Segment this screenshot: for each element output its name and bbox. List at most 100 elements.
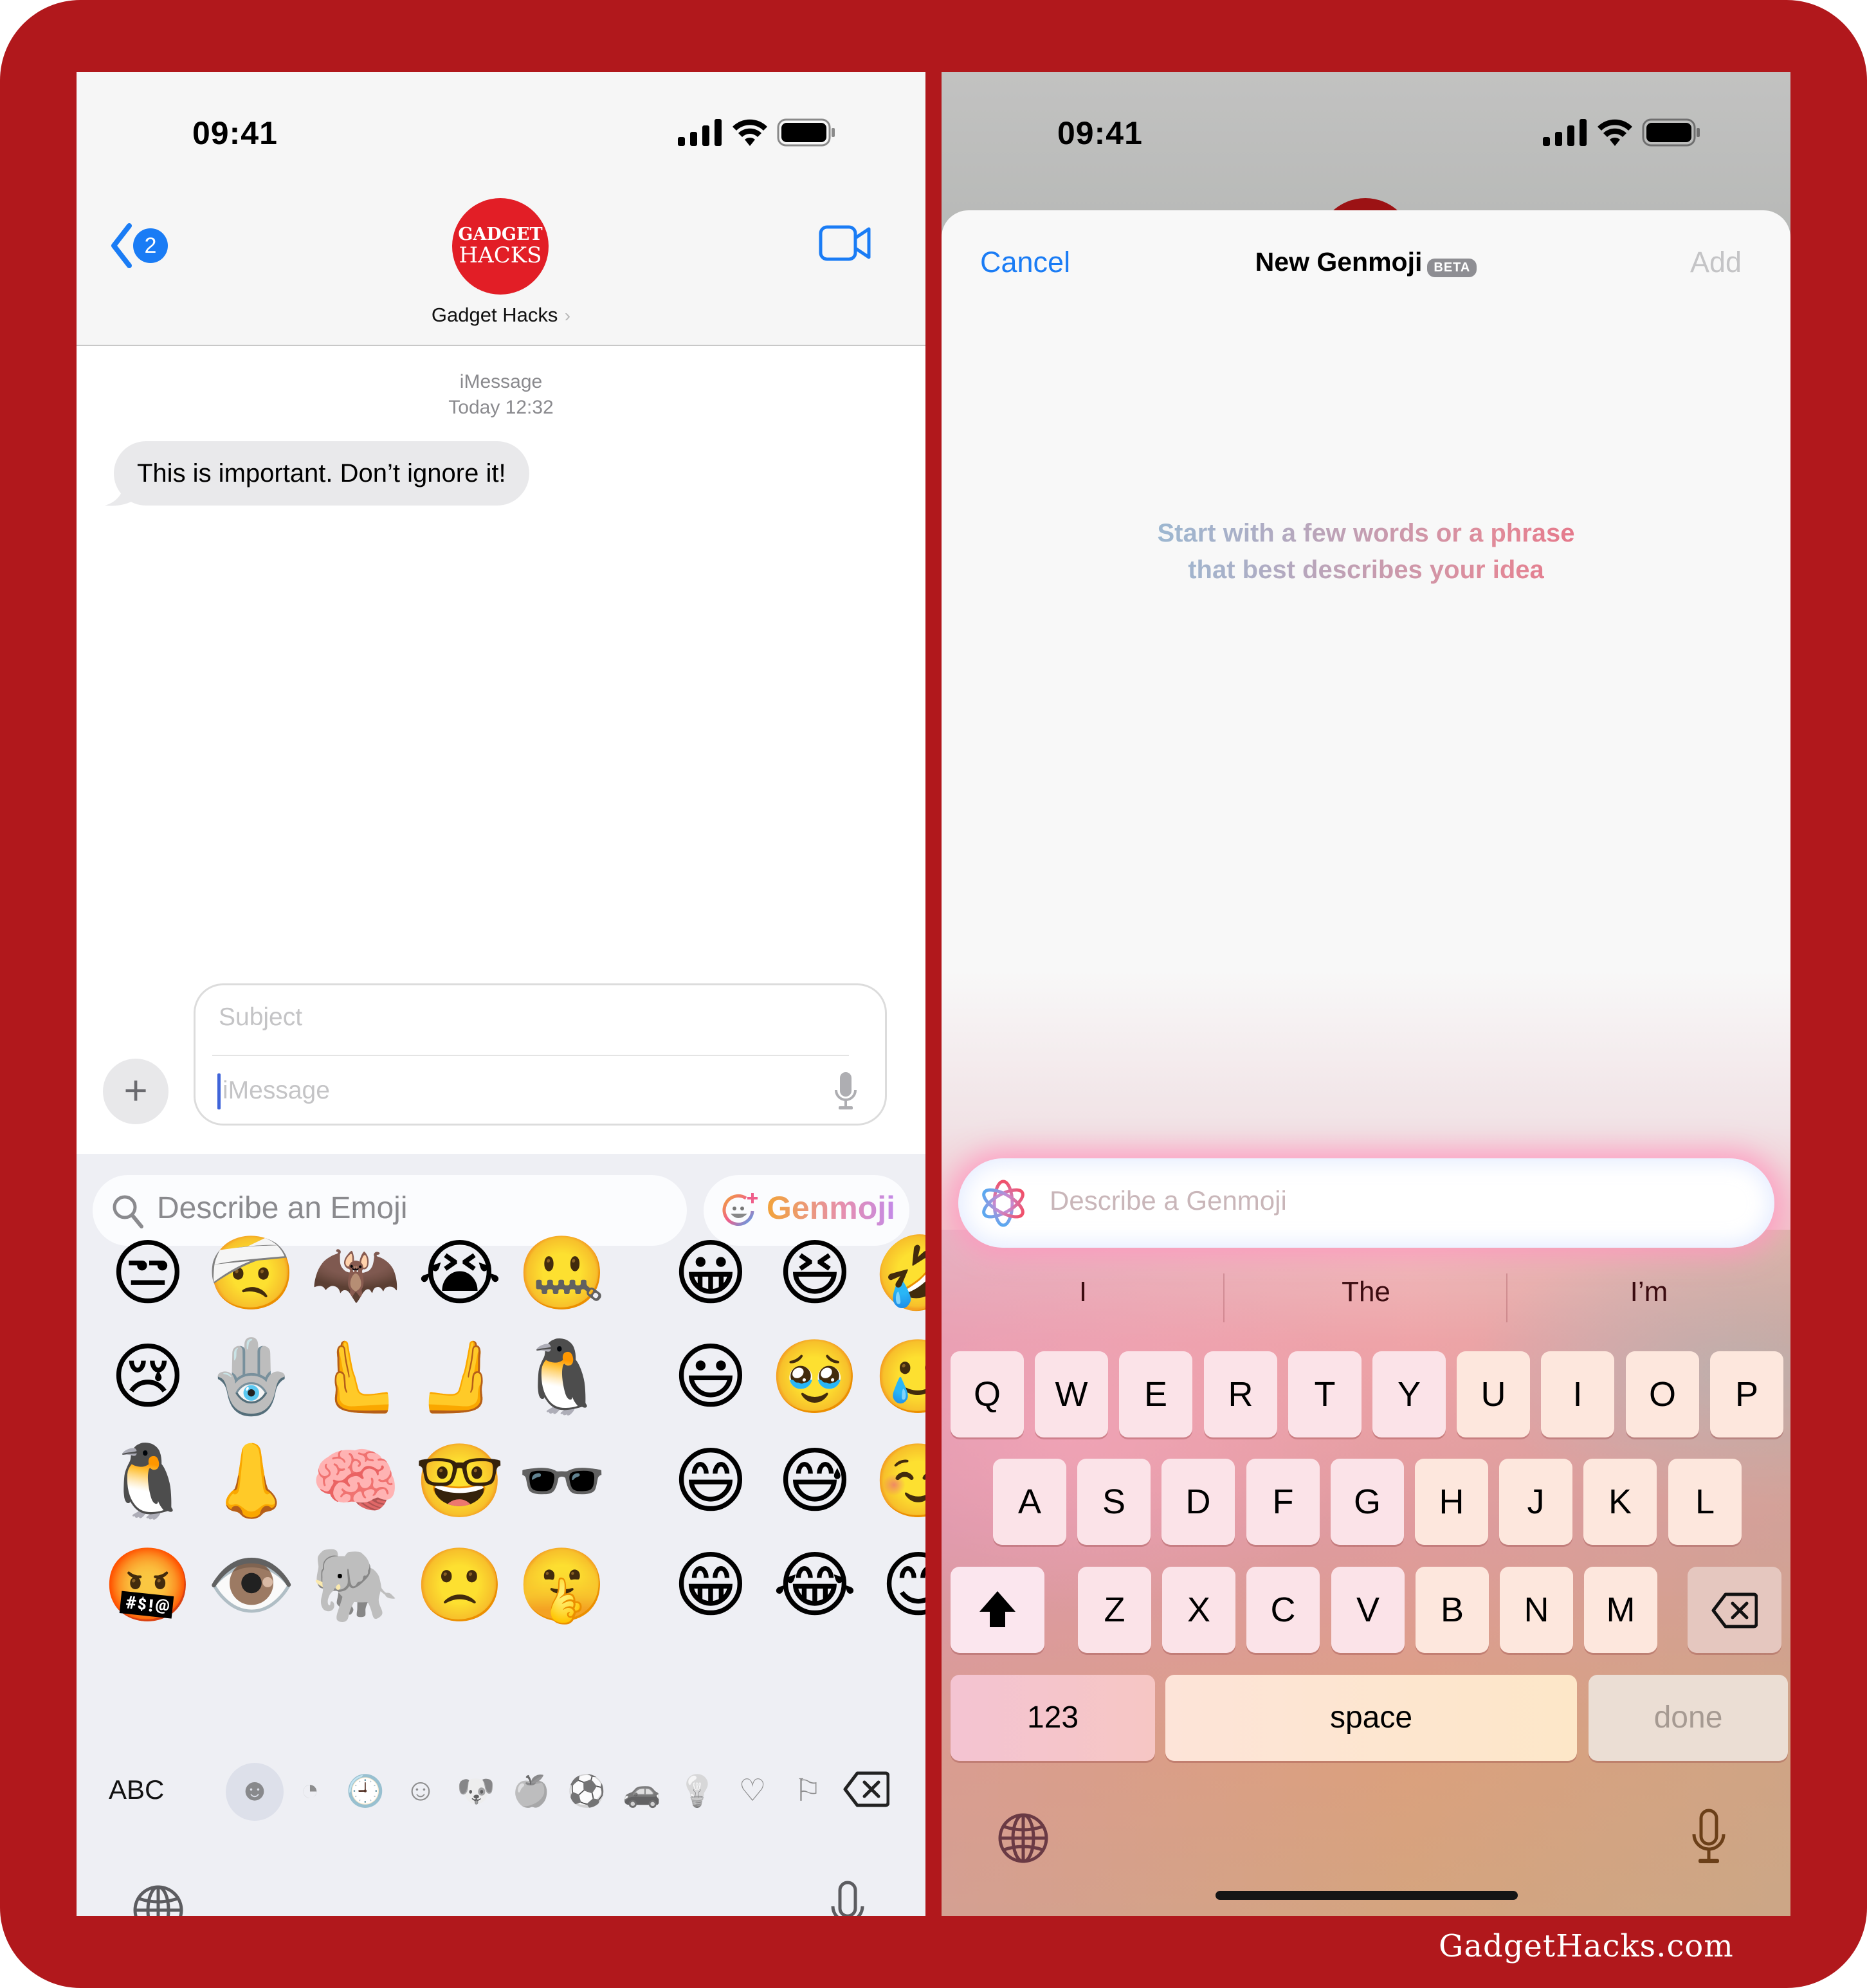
category-recents-icon[interactable]: 🕘 xyxy=(340,1773,391,1809)
emoji-key[interactable]: 🤐 xyxy=(507,1228,617,1318)
delete-backspace-icon[interactable] xyxy=(843,1771,889,1807)
contact-avatar[interactable]: GADGET HACKS xyxy=(452,198,549,295)
category-animals-icon[interactable]: 🐶 xyxy=(450,1773,502,1809)
key-g[interactable]: G xyxy=(1331,1459,1404,1545)
contact-name-row[interactable]: Gadget Hacks › xyxy=(77,304,925,327)
subject-field[interactable]: Subject xyxy=(219,1003,302,1032)
category-memoji-icon[interactable]: ☻ xyxy=(229,1773,280,1808)
suggestion-1[interactable]: I xyxy=(942,1276,1225,1308)
genmoji-description-input[interactable]: Describe a Genmoji xyxy=(958,1158,1774,1248)
category-flags-icon[interactable]: ⚐ xyxy=(782,1773,833,1809)
chevron-right-icon: › xyxy=(564,305,571,325)
emoji-key[interactable]: 🤫 xyxy=(507,1540,617,1630)
key-q[interactable]: Q xyxy=(951,1351,1024,1437)
category-symbols-icon[interactable]: ♡ xyxy=(727,1773,778,1809)
emoji-key[interactable]: 🕶️ xyxy=(507,1436,617,1526)
emoji-key[interactable]: 👃 xyxy=(197,1436,306,1526)
shift-arrow-icon xyxy=(979,1591,1015,1627)
globe-icon[interactable] xyxy=(997,1812,1049,1864)
emoji-key[interactable]: 🤓 xyxy=(405,1436,515,1526)
status-icons xyxy=(678,118,836,147)
back-button[interactable]: 2 xyxy=(109,223,168,268)
emoji-key[interactable]: 🪬 xyxy=(197,1332,306,1422)
emoji-key[interactable]: 🫸 xyxy=(405,1332,515,1422)
emoji-key[interactable]: 🙁 xyxy=(405,1540,515,1630)
add-attachment-button[interactable]: + xyxy=(103,1059,168,1124)
abc-button[interactable]: ABC xyxy=(109,1774,164,1805)
facetime-video-icon[interactable] xyxy=(819,225,871,261)
microphone-icon[interactable] xyxy=(830,1881,865,1916)
emoji-key[interactable]: 😢 xyxy=(93,1332,203,1422)
emoji-key[interactable]: 🥲 xyxy=(864,1332,925,1422)
category-stickers-icon[interactable]: ◔ xyxy=(284,1773,336,1808)
category-objects-icon[interactable]: 💡 xyxy=(671,1773,723,1809)
emoji-key[interactable]: 🧠 xyxy=(301,1436,410,1526)
key-w[interactable]: W xyxy=(1035,1351,1108,1437)
emoji-key[interactable]: 😂 xyxy=(760,1540,870,1630)
key-l[interactable]: L xyxy=(1668,1459,1742,1545)
emoji-key[interactable]: 😀 xyxy=(656,1228,765,1318)
home-indicator[interactable] xyxy=(1216,1891,1518,1900)
key-y[interactable]: Y xyxy=(1372,1351,1446,1437)
suggestion-3[interactable]: I’m xyxy=(1507,1276,1790,1308)
key-z[interactable]: Z xyxy=(1078,1567,1151,1653)
emoji-key[interactable]: 🐧 xyxy=(93,1436,203,1526)
incoming-message-bubble[interactable]: This is important. Don’t ignore it! xyxy=(114,441,529,506)
emoji-key[interactable]: 🫷 xyxy=(301,1332,410,1422)
emoji-key[interactable]: 🤕 xyxy=(197,1228,306,1318)
space-key[interactable]: space xyxy=(1165,1675,1577,1761)
emoji-key[interactable]: 😭 xyxy=(405,1228,515,1318)
key-j[interactable]: J xyxy=(1499,1459,1572,1545)
globe-icon[interactable] xyxy=(132,1884,184,1916)
done-key[interactable]: done xyxy=(1589,1675,1788,1761)
emoji-key[interactable]: 😆 xyxy=(760,1228,870,1318)
emoji-key[interactable]: 🥹 xyxy=(760,1332,870,1422)
emoji-key[interactable]: 🐘 xyxy=(301,1540,410,1630)
add-button[interactable]: Add xyxy=(1690,246,1742,279)
microphone-icon[interactable] xyxy=(1691,1809,1726,1866)
unread-badge: 2 xyxy=(133,228,168,263)
shift-key[interactable] xyxy=(951,1567,1044,1653)
key-i[interactable]: I xyxy=(1541,1351,1614,1437)
category-travel-icon[interactable]: 🚗 xyxy=(616,1773,668,1809)
key-h[interactable]: H xyxy=(1415,1459,1488,1545)
key-p[interactable]: P xyxy=(1710,1351,1783,1437)
dictation-mic-icon[interactable] xyxy=(834,1072,857,1112)
emoji-key[interactable]: 😒 xyxy=(93,1228,203,1318)
key-k[interactable]: K xyxy=(1583,1459,1657,1545)
key-t[interactable]: T xyxy=(1288,1351,1362,1437)
emoji-key[interactable]: 🤣 xyxy=(864,1228,925,1318)
key-s[interactable]: S xyxy=(1077,1459,1151,1545)
emoji-key[interactable]: ☺️ xyxy=(864,1436,925,1526)
key-c[interactable]: C xyxy=(1246,1567,1320,1653)
key-a[interactable]: A xyxy=(993,1459,1066,1545)
delete-key[interactable] xyxy=(1688,1567,1781,1653)
key-v[interactable]: V xyxy=(1331,1567,1405,1653)
key-e[interactable]: E xyxy=(1119,1351,1192,1437)
key-m[interactable]: M xyxy=(1584,1567,1657,1653)
key-r[interactable]: R xyxy=(1204,1351,1277,1437)
key-n[interactable]: N xyxy=(1500,1567,1573,1653)
key-d[interactable]: D xyxy=(1161,1459,1235,1545)
emoji-key[interactable]: 🐧 xyxy=(507,1332,617,1422)
emoji-key[interactable]: 😅 xyxy=(760,1436,870,1526)
category-smileys-icon[interactable]: ☺ xyxy=(395,1773,446,1808)
emoji-key[interactable]: 😊 xyxy=(864,1540,925,1630)
emoji-key[interactable]: 🦇 xyxy=(301,1228,410,1318)
watermark: GadgetHacks.com xyxy=(1439,1928,1734,1964)
key-b[interactable]: B xyxy=(1416,1567,1489,1653)
message-field[interactable]: iMessage xyxy=(223,1077,330,1105)
emoji-key[interactable]: 🤬 xyxy=(93,1540,203,1630)
key-u[interactable]: U xyxy=(1457,1351,1530,1437)
suggestion-2[interactable]: The xyxy=(1225,1276,1507,1308)
emoji-key[interactable]: 😁 xyxy=(656,1540,765,1630)
category-food-icon[interactable]: 🍏 xyxy=(505,1773,557,1809)
numbers-key[interactable]: 123 xyxy=(951,1675,1155,1761)
emoji-key[interactable]: 👁️ xyxy=(197,1540,306,1630)
emoji-key[interactable]: 😃 xyxy=(656,1332,765,1422)
category-activity-icon[interactable]: ⚽ xyxy=(561,1773,612,1809)
key-o[interactable]: O xyxy=(1626,1351,1699,1437)
key-x[interactable]: X xyxy=(1162,1567,1235,1653)
key-f[interactable]: F xyxy=(1246,1459,1320,1545)
emoji-key[interactable]: 😄 xyxy=(656,1436,765,1526)
